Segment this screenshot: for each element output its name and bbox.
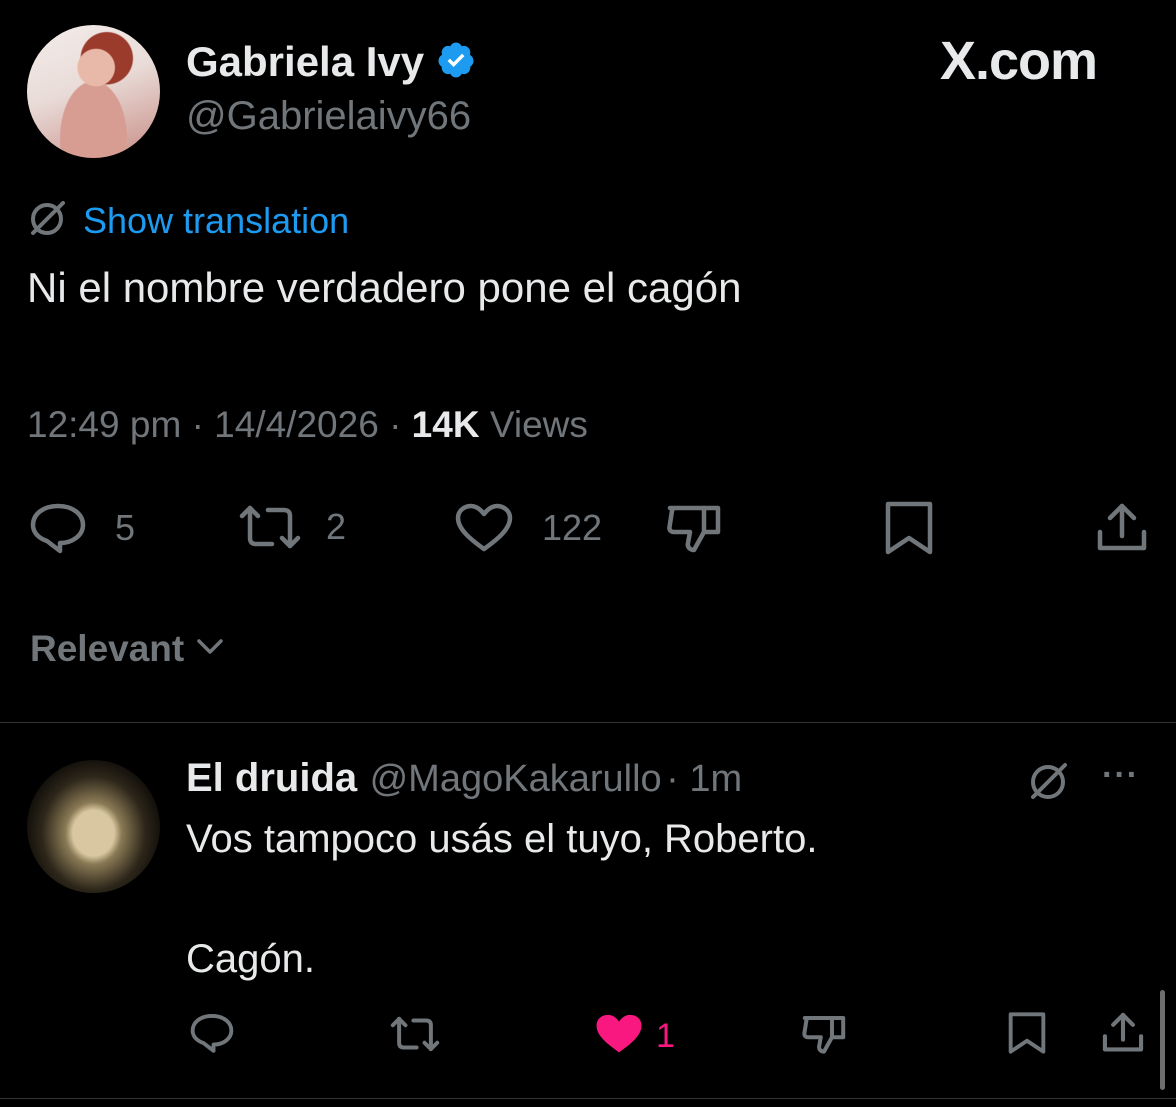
tweet-time[interactable]: 12:49 pm: [27, 404, 181, 445]
like-count: 122: [542, 507, 603, 548]
like-button[interactable]: 122: [454, 502, 602, 554]
tweet-text: Ni el nombre verdadero pone el cagón: [27, 264, 742, 311]
show-translation-link[interactable]: Show translation: [83, 200, 349, 242]
repost-icon: [388, 1016, 442, 1058]
reply-share-button[interactable]: [1100, 1010, 1146, 1061]
reply-header: El druida @MagoKakarullo · 1m: [186, 756, 742, 801]
views-count: 14K: [411, 404, 480, 445]
tweet-meta: 12:49 pm · 14/4/2026 · 14K Views: [27, 404, 588, 446]
bookmark-icon: [1006, 1012, 1048, 1060]
reply-author-handle[interactable]: @MagoKakarullo: [370, 758, 662, 800]
more-options-icon[interactable]: ···: [1102, 756, 1139, 795]
globe-translate-icon: [27, 197, 69, 244]
meta-separator: ·: [389, 404, 402, 445]
globe-translate-icon: [1026, 763, 1072, 808]
downvote-button[interactable]: [664, 502, 724, 559]
chevron-down-icon: [196, 637, 224, 662]
x-logo: X.com: [940, 31, 1098, 91]
reply-like-count: 1: [656, 1017, 675, 1055]
heart-icon: [454, 502, 514, 554]
author-avatar[interactable]: [27, 25, 160, 158]
heart-filled-icon: [594, 1012, 644, 1061]
reply-text-line2: Cagón.: [186, 937, 315, 981]
show-translation[interactable]: Show translation: [27, 197, 349, 244]
reply-count: 5: [115, 507, 136, 548]
sort-label: Relevant: [30, 628, 185, 669]
bookmark-button[interactable]: [882, 500, 936, 561]
reply-author-avatar[interactable]: [27, 760, 160, 893]
thumbs-down-icon: [664, 505, 724, 558]
bookmark-icon: [882, 501, 936, 560]
author-name-row[interactable]: Gabriela Ivy: [186, 38, 476, 86]
views-label: Views: [489, 404, 588, 445]
reply-time[interactable]: · 1m: [666, 758, 742, 800]
meta-separator: ·: [191, 404, 204, 445]
share-button[interactable]: [1094, 500, 1150, 561]
repost-count: 2: [326, 506, 347, 547]
scrollbar[interactable]: [1160, 990, 1165, 1090]
reply-translate-button[interactable]: [1026, 758, 1072, 809]
repost-icon: [236, 502, 304, 552]
author-handle[interactable]: @Gabrielaivy66: [186, 94, 471, 139]
author-name[interactable]: Gabriela Ivy: [186, 38, 424, 86]
divider: [0, 1098, 1176, 1099]
repost-button[interactable]: 2: [236, 502, 346, 552]
reply-icon: [188, 1014, 236, 1058]
divider: [0, 722, 1176, 723]
tweet-date[interactable]: 14/4/2026: [214, 404, 379, 445]
reply-reply-button[interactable]: [188, 1012, 236, 1059]
reply-author-name[interactable]: El druida: [186, 756, 357, 800]
thumbs-down-icon: [800, 1016, 848, 1060]
reply-bookmark-button[interactable]: [1006, 1010, 1048, 1061]
reply-repost-button[interactable]: [388, 1014, 442, 1059]
reply-like-button[interactable]: 1: [594, 1012, 675, 1061]
reply-icon: [27, 502, 89, 554]
reply-text-line1: Vos tampoco usás el tuyo, Roberto.: [186, 817, 818, 861]
reply-downvote-button[interactable]: [800, 1012, 848, 1061]
sort-dropdown[interactable]: Relevant: [30, 628, 224, 670]
share-icon: [1094, 503, 1150, 560]
share-icon: [1100, 1012, 1146, 1060]
verified-badge-icon: [436, 40, 476, 85]
reply-button[interactable]: 5: [27, 502, 135, 554]
